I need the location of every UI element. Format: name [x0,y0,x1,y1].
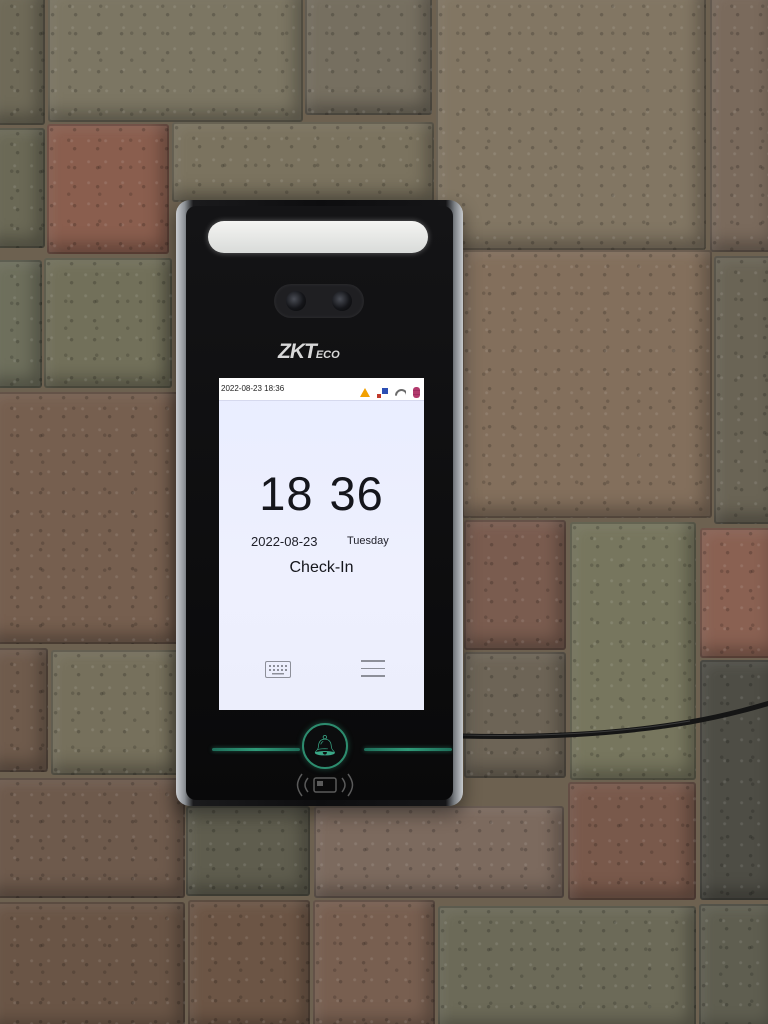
fill-light-bar [208,221,428,253]
stone [48,0,303,122]
stone [700,660,768,900]
stone [464,520,566,650]
weekday-value: Tuesday [347,535,389,547]
camera-lens-icon [332,291,352,311]
stone [314,806,564,898]
rfid-card-icon [296,773,354,797]
clock-time: 18 36 [259,467,384,520]
stone [0,0,45,125]
brand-main: ZKT [278,340,317,363]
keyboard-icon[interactable] [265,661,291,678]
attendance-terminal: ZKTECO 2022-08-23 18:36 18 36 2022-08-23… [176,200,463,806]
stone [305,0,432,115]
stone [51,650,181,775]
doorbell-button[interactable]: 🔔︎ [302,723,348,769]
stone [313,900,435,1024]
stone [438,906,696,1024]
menu-icon[interactable] [361,660,385,678]
touch-screen[interactable]: 2022-08-23 18:36 18 36 2022-08-23 Tuesda… [219,378,424,710]
network-icon [376,387,388,398]
brand-sub: ECO [315,349,340,361]
date-value: 2022-08-23 [251,534,318,549]
power-cable [460,700,768,739]
database-icon [413,387,420,398]
stone [714,256,768,524]
stone [710,0,768,252]
stone [0,260,42,388]
stone [0,648,48,772]
stone [0,902,185,1024]
status-datetime: 2022-08-23 18:36 [221,384,285,393]
stone [44,258,172,388]
wifi-icon [395,388,406,398]
indicator-line-right [364,748,452,751]
indicator-line-left [212,748,300,751]
status-icons [358,382,420,398]
stone [188,900,310,1024]
stone [462,250,712,518]
brand-logo: ZKTECO [278,340,368,366]
stone [0,778,185,898]
stone [436,0,706,250]
attendance-mode[interactable]: Check-In [219,559,424,577]
stone [0,392,180,644]
stone [172,122,434,202]
stone [47,124,169,254]
bell-icon: 🔔︎ [312,733,338,757]
warning-icon [359,388,370,397]
stone [186,806,310,896]
status-bar: 2022-08-23 18:36 [219,378,424,401]
camera-lens-icon [286,291,306,311]
dual-camera [274,284,364,318]
stone [0,128,45,248]
stone [700,528,768,658]
stone [568,782,696,900]
stone [699,904,768,1024]
